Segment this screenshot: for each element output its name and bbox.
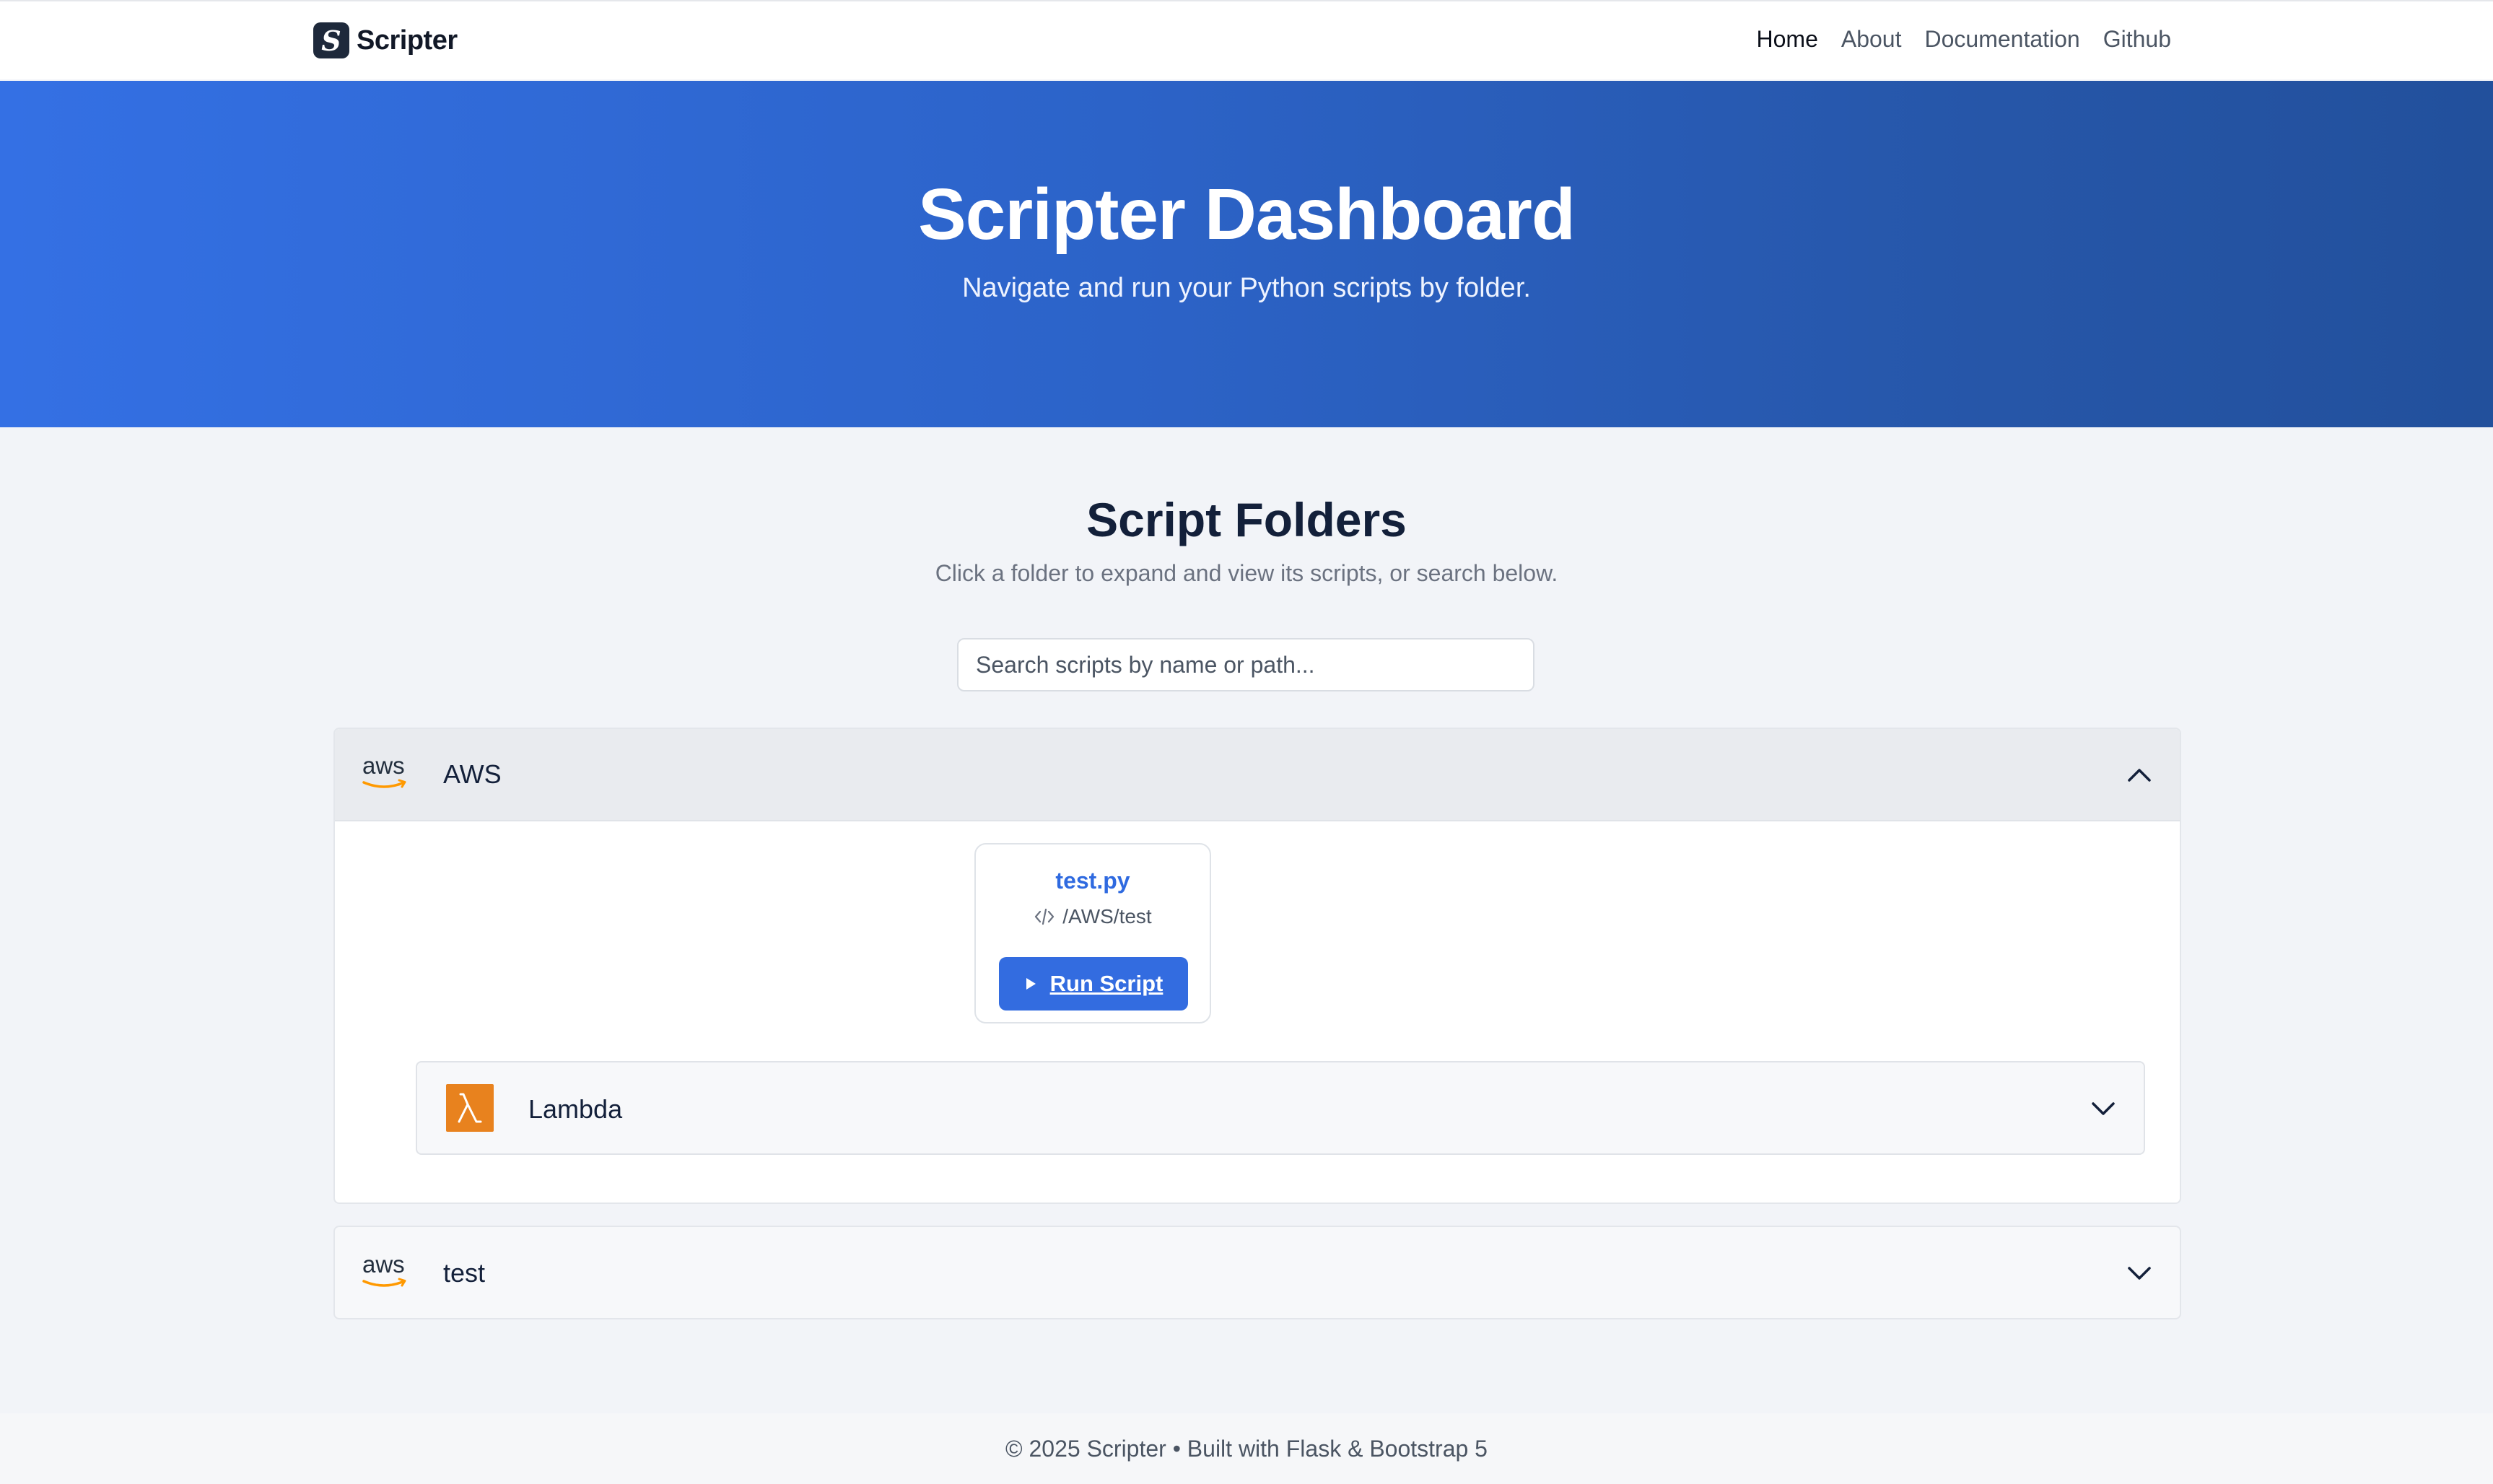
nav-link-github[interactable]: Github bbox=[2103, 26, 2171, 53]
chevron-down-icon[interactable] bbox=[2087, 1093, 2119, 1125]
scripter-logo-icon: S bbox=[313, 22, 349, 58]
hero-banner: Scripter Dashboard Navigate and run your… bbox=[0, 81, 2493, 427]
aws-logo-icon: aws bbox=[361, 752, 410, 793]
folder-aws: aws AWS test.py /AWS/test Run Script Lam… bbox=[333, 728, 2181, 1204]
nav-link-about[interactable]: About bbox=[1841, 26, 1902, 53]
subfolder-name: Lambda bbox=[528, 1094, 623, 1124]
script-path: /AWS/test bbox=[976, 905, 1210, 928]
run-script-label: Run Script bbox=[1049, 971, 1163, 996]
script-path-text: /AWS/test bbox=[1062, 905, 1152, 928]
folder-name: test bbox=[443, 1258, 486, 1288]
aws-logo-icon: aws bbox=[361, 1251, 410, 1291]
folder-test: aws test bbox=[333, 1226, 2181, 1319]
play-icon bbox=[1026, 978, 1036, 990]
nav-links: Home About Documentation Github bbox=[1757, 26, 2172, 53]
folder-body-aws: test.py /AWS/test Run Script Lambda bbox=[335, 821, 2180, 1203]
script-name[interactable]: test.py bbox=[976, 868, 1210, 894]
chevron-down-icon[interactable] bbox=[2123, 1257, 2155, 1289]
nav-link-home[interactable]: Home bbox=[1757, 26, 1818, 53]
chevron-up-icon[interactable] bbox=[2123, 759, 2155, 791]
brand-name: Scripter bbox=[357, 25, 458, 56]
footer-text: © 2025 Scripter • Built with Flask & Boo… bbox=[1005, 1436, 1488, 1462]
nav-link-documentation[interactable]: Documentation bbox=[1924, 26, 2079, 53]
brand[interactable]: S Scripter bbox=[313, 22, 458, 59]
navbar: S Scripter Home About Documentation Gith… bbox=[0, 0, 2493, 79]
search-input[interactable] bbox=[957, 638, 1534, 691]
run-script-button[interactable]: Run Script bbox=[999, 957, 1188, 1011]
folder-header-aws[interactable]: aws AWS bbox=[335, 729, 2180, 821]
section-subtitle: Click a folder to expand and view its sc… bbox=[935, 560, 1558, 586]
folder-header-test[interactable]: aws test bbox=[335, 1227, 2180, 1318]
hero-subtitle: Navigate and run your Python scripts by … bbox=[962, 273, 1531, 303]
code-icon bbox=[1035, 908, 1055, 925]
hero-title: Scripter Dashboard bbox=[917, 174, 1576, 255]
subfolder-lambda[interactable]: Lambda bbox=[416, 1061, 2145, 1155]
lambda-icon bbox=[446, 1084, 494, 1132]
script-card: test.py /AWS/test Run Script bbox=[974, 843, 1211, 1023]
folder-name: AWS bbox=[443, 759, 502, 789]
section-title: Script Folders bbox=[1086, 493, 1407, 546]
footer: © 2025 Scripter • Built with Flask & Boo… bbox=[0, 1413, 2493, 1484]
